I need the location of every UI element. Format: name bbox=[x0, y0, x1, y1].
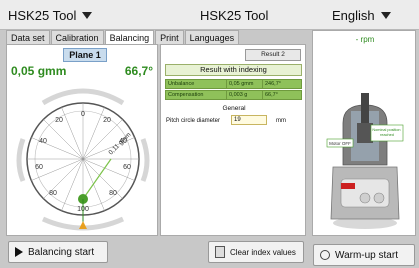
row-angle: 246,7° bbox=[263, 79, 302, 89]
chevron-down-icon bbox=[82, 12, 93, 19]
scale-label: 20 bbox=[55, 117, 63, 124]
result-row-compensation: Compensation 0,003 g 66,7° bbox=[165, 90, 302, 100]
tab-data-set[interactable]: Data set bbox=[6, 30, 50, 44]
trash-icon bbox=[215, 246, 225, 258]
warm-up-button[interactable]: Warm-up start bbox=[313, 244, 415, 266]
play-icon bbox=[15, 247, 23, 257]
scale-label: 0 bbox=[81, 111, 85, 118]
tab-balancing[interactable]: Balancing bbox=[104, 30, 155, 44]
machine-illustration: Motor OFF Nominal position reached bbox=[326, 93, 404, 229]
chevron-down-icon bbox=[380, 12, 391, 19]
pitch-unit: mm bbox=[276, 118, 286, 124]
balancing-panel: Plane 1 0,05 gmm 66,7° 0 20 40 60 80 100 bbox=[6, 44, 158, 236]
clear-index-button[interactable]: Clear index values bbox=[208, 241, 304, 263]
pitch-input[interactable]: 19 bbox=[231, 115, 267, 125]
balancing-start-label: Balancing start bbox=[28, 246, 95, 258]
pitch-label: Pitch circle diameter bbox=[166, 118, 221, 124]
rotate-arrow-right bbox=[140, 138, 150, 182]
general-heading: General bbox=[222, 105, 246, 112]
language-dropdown[interactable]: English bbox=[332, 8, 391, 23]
clear-index-label: Clear index values bbox=[230, 247, 296, 257]
scale-label: 20 bbox=[103, 117, 111, 124]
refresh-icon bbox=[320, 250, 330, 260]
tab-bar: Data set Calibration Balancing Print Lan… bbox=[6, 30, 240, 44]
scale-label: 40 bbox=[39, 138, 47, 145]
result-title: Result with indexing bbox=[165, 64, 302, 76]
scale-label: 60 bbox=[123, 164, 131, 171]
page-title: HSK25 Tool bbox=[200, 8, 269, 23]
result-2-label: Result 2 bbox=[261, 51, 285, 58]
tool-dropdown[interactable]: HSK25 Tool bbox=[8, 8, 93, 23]
scale-label: 60 bbox=[35, 164, 43, 171]
row-value: 0,05 gmm bbox=[227, 79, 263, 89]
row-angle: 66,7° bbox=[263, 90, 302, 100]
tab-calibration[interactable]: Calibration bbox=[50, 30, 104, 44]
rotate-arrow-left bbox=[16, 138, 26, 182]
result-row-unbalance: Unbalance 0,05 gmm 246,7° bbox=[165, 79, 302, 89]
tab-print[interactable]: Print bbox=[155, 30, 184, 44]
result-panel: Result 2 Result with indexing Unbalance … bbox=[160, 44, 306, 236]
plane-label[interactable]: Plane 1 bbox=[63, 48, 107, 62]
scale-label: 80 bbox=[49, 190, 57, 197]
row-label: Unbalance bbox=[165, 79, 227, 89]
machine-panel: - rpm Motor OFF Nominal position reached bbox=[312, 30, 416, 236]
result-2-button[interactable]: Result 2 bbox=[245, 49, 301, 61]
motor-status-label: Motor OFF bbox=[329, 141, 351, 146]
top-bar: HSK25 Tool HSK25 Tool English bbox=[0, 0, 419, 30]
polar-dial: 0 20 40 60 80 100 80 60 40 20 0,11 gmm bbox=[16, 88, 150, 231]
angle-value: 66,7° bbox=[124, 64, 153, 78]
row-label: Compensation bbox=[165, 90, 227, 100]
rotate-arrow-top bbox=[41, 88, 125, 106]
reference-arrow-icon bbox=[79, 221, 87, 229]
balancing-start-button[interactable]: Balancing start bbox=[8, 241, 108, 263]
scale-label: 80 bbox=[109, 190, 117, 197]
rpm-readout: - rpm bbox=[355, 35, 375, 44]
tab-languages[interactable]: Languages bbox=[184, 30, 240, 44]
language-dropdown-label: English bbox=[332, 8, 375, 23]
unbalance-value: 0,05 gmm bbox=[11, 64, 67, 78]
warm-up-label: Warm-up start bbox=[335, 249, 398, 261]
tool-dropdown-label: HSK25 Tool bbox=[8, 8, 77, 23]
row-value: 0,003 g bbox=[227, 90, 263, 100]
